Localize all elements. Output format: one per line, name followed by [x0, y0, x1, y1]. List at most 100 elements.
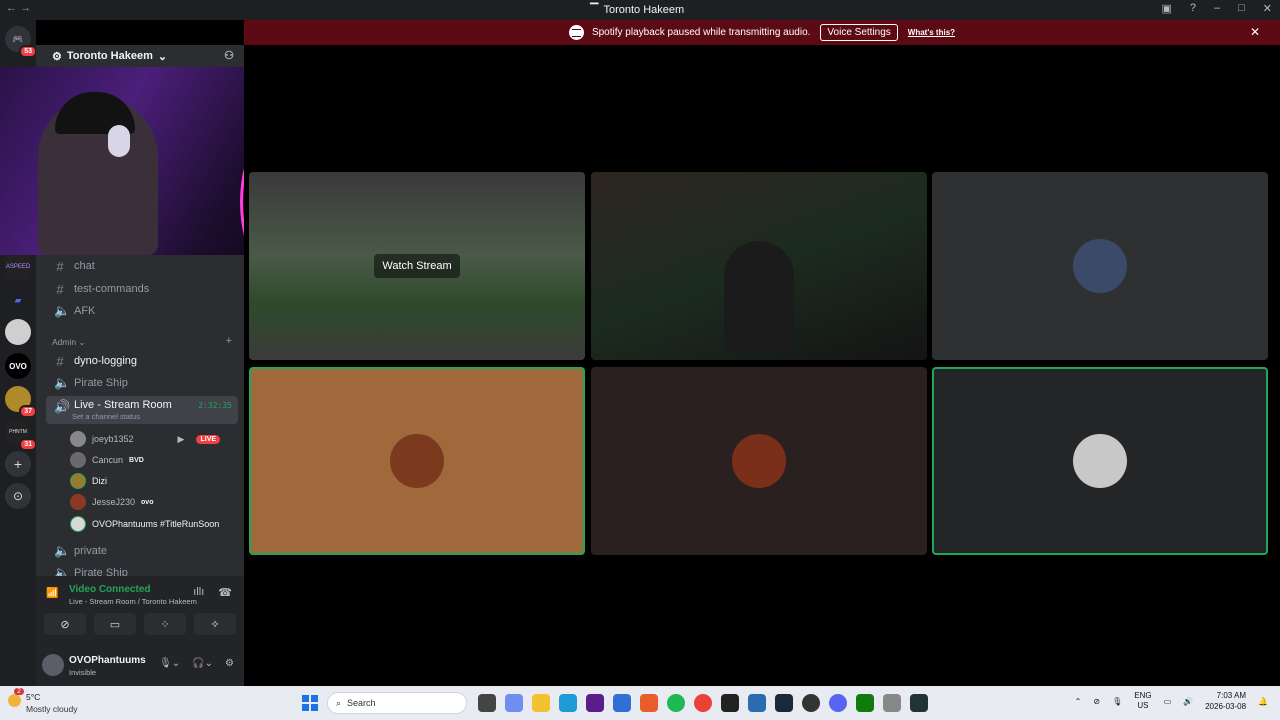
discord-taskbar-icon[interactable]	[829, 694, 847, 712]
microphone-icon[interactable]: 🎙⌄	[159, 658, 180, 669]
edge-icon[interactable]	[559, 694, 577, 712]
voice-status-title[interactable]: Video Connected	[69, 584, 151, 595]
start-button[interactable]	[302, 695, 318, 711]
voice-actions: ıllı ☎	[193, 586, 232, 599]
mic-tray-icon[interactable]: 🎙	[1112, 697, 1122, 706]
watch-stream-button[interactable]: Watch Stream	[374, 254, 460, 278]
add-server-icon[interactable]: +	[5, 451, 31, 477]
participant-avatar	[1073, 434, 1127, 488]
obs-icon[interactable]	[802, 694, 820, 712]
title-bar: ← → ▔ Toronto Hakeem ▣ ? – □ ✕	[0, 0, 1280, 20]
brave-icon[interactable]	[640, 694, 658, 712]
notification-bell-icon[interactable]: 🔔	[1258, 697, 1268, 706]
voice-user-joeyb1352[interactable]: joeyb1352 ▶ LIVE	[70, 429, 221, 449]
disconnect-icon[interactable]: ☎	[218, 586, 232, 599]
channel-dyno-logging[interactable]: # dyno-logging	[36, 351, 244, 371]
app-icon[interactable]	[613, 694, 631, 712]
activities-button[interactable]: ⁘	[144, 613, 186, 635]
chevron-up-icon[interactable]: ⌃	[1075, 697, 1082, 706]
settings-gear-icon[interactable]: ⚙	[225, 658, 234, 669]
participant-avatar	[1073, 239, 1127, 293]
user-avatar[interactable]	[42, 654, 64, 676]
voice-timer: 2:32:35	[198, 401, 232, 410]
volume-icon[interactable]: 🔊	[1183, 697, 1193, 706]
channel-private[interactable]: 🔈 private	[36, 541, 244, 561]
weather-temp: 5°C	[26, 692, 41, 702]
channel-pirate-ship[interactable]: 🔈 Pirate Ship	[36, 373, 244, 393]
4k-app-icon[interactable]	[721, 694, 739, 712]
speaker-icon: 🔊	[54, 399, 71, 414]
xbox-icon[interactable]	[856, 694, 874, 712]
connection-signal-icon: 📶	[46, 588, 59, 599]
folder-icon[interactable]: ▰	[5, 287, 31, 313]
app-icon-3[interactable]	[910, 694, 928, 712]
category-admin[interactable]: Admin ⌄	[52, 337, 86, 348]
voice-user-jessej230[interactable]: JesseJ230 ovo	[70, 492, 153, 512]
network-off-icon[interactable]: ⊘	[1093, 697, 1100, 706]
server-wave-icon[interactable]: 37	[5, 386, 37, 418]
voice-user-dizi[interactable]: Dizi	[70, 471, 107, 491]
help-icon[interactable]: ?	[1190, 2, 1196, 15]
channel-afk[interactable]: 🔈 AFK	[36, 301, 244, 321]
server-phantom-icon[interactable]: PHNTM 31	[5, 419, 37, 451]
video-tile-jessej230[interactable]	[591, 367, 927, 555]
server-header[interactable]: ⚙ Toronto Hakeem ⌄ ⚇	[36, 45, 244, 67]
channel-test-commands[interactable]: # test-commands	[36, 279, 244, 299]
display-icon[interactable]: ▭	[1164, 697, 1172, 706]
maximize-button[interactable]: □	[1238, 2, 1245, 15]
video-tile-ovophantuums[interactable]	[932, 367, 1268, 555]
server-avatar-icon[interactable]	[5, 319, 31, 345]
home-discord-icon[interactable]: 🎮 53	[5, 26, 37, 58]
windows-taskbar: 2 5°C Mostly cloudy ⌕ Search ⌃ ⊘ 🎙 ENG U	[0, 686, 1280, 720]
soundboard-button[interactable]: ✧	[194, 613, 236, 635]
spotify-taskbar-icon[interactable]	[667, 694, 685, 712]
banner-close-icon[interactable]: ✕	[1250, 25, 1260, 39]
hash-icon: #	[56, 258, 64, 274]
create-channel-icon[interactable]: +	[226, 335, 232, 347]
minimize-button[interactable]: –	[1214, 2, 1220, 15]
chrome-icon[interactable]	[694, 694, 712, 712]
steam-icon[interactable]	[775, 694, 793, 712]
voice-status-subtitle[interactable]: Live - Stream Room / Toronto Hakeem	[69, 597, 197, 606]
soundboard-icon: ✧	[210, 618, 220, 631]
copilot-icon[interactable]	[505, 694, 523, 712]
server-ovo-icon[interactable]: OVO	[5, 353, 31, 379]
channel-live-stream-room[interactable]: 🔊 Live - Stream Room 2:32:35 Set a chann…	[46, 396, 238, 424]
spotify-paused-banner: Spotify playback paused while transmitti…	[244, 20, 1280, 45]
headphones-icon[interactable]: 🎧⌄	[192, 658, 213, 669]
invite-people-icon[interactable]: ⚇	[224, 49, 234, 62]
file-explorer-icon[interactable]	[532, 694, 550, 712]
taskview-icon[interactable]	[478, 694, 496, 712]
user-controls: 🎙⌄ 🎧⌄ ⚙	[159, 658, 234, 669]
voice-settings-button[interactable]: Voice Settings	[820, 24, 898, 41]
discover-icon[interactable]: ⊙	[5, 483, 31, 509]
server-aspeed-icon[interactable]: ASPEED	[5, 254, 31, 280]
close-window-button[interactable]: ✕	[1263, 2, 1272, 15]
app-icon-2[interactable]	[883, 694, 901, 712]
language-indicator[interactable]: ENG US	[1134, 691, 1151, 711]
screen-share-button[interactable]: ▭	[94, 613, 136, 635]
voice-user-ovophantuums[interactable]: OVOPhantuums #TitleRunSoon	[70, 514, 219, 534]
back-forward-icons[interactable]: ← →	[6, 2, 31, 14]
noise-suppression-icon[interactable]: ıllı	[193, 586, 204, 599]
stream-tile[interactable]: Watch Stream	[249, 172, 585, 360]
kick-icon[interactable]	[586, 694, 604, 712]
video-tile-dizi[interactable]	[249, 367, 585, 555]
voice-user-cancun[interactable]: Cancun BVD	[70, 450, 144, 470]
search-icon: ⌕	[336, 697, 342, 708]
wave-unread-badge: 37	[19, 405, 37, 418]
spotify-icon	[568, 25, 584, 40]
video-tile-avatar[interactable]	[932, 172, 1268, 360]
avatar	[70, 494, 86, 510]
channel-status[interactable]: Set a channel status	[72, 412, 140, 421]
taskbar-search[interactable]: ⌕ Search	[327, 692, 467, 714]
camera-off-button[interactable]: ⊘	[44, 613, 86, 635]
whats-this-link[interactable]: What's this?	[908, 28, 955, 37]
video-tile-camera[interactable]	[591, 172, 927, 360]
channel-chat[interactable]: # chat	[36, 256, 244, 276]
inbox-icon[interactable]: ▣	[1161, 2, 1171, 15]
clock[interactable]: 7:03 AM 2026-03-08	[1205, 690, 1246, 712]
avatar	[70, 516, 86, 532]
photos-icon[interactable]	[748, 694, 766, 712]
avatar	[70, 452, 86, 468]
